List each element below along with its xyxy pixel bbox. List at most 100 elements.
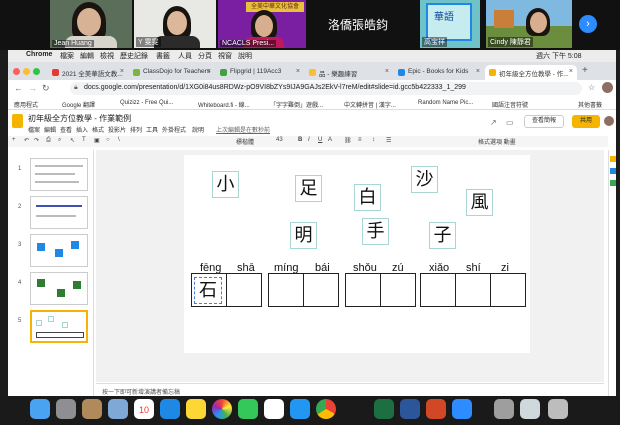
align-icon[interactable]: ≡ bbox=[358, 137, 362, 143]
menubar-clock[interactable]: 週六 下午 5:08 bbox=[536, 51, 582, 61]
slides-logo-icon[interactable] bbox=[12, 114, 23, 128]
answer-box[interactable] bbox=[455, 273, 491, 307]
character-card[interactable]: 風 bbox=[466, 189, 493, 216]
video-tile-3[interactable]: 全美中華文化協會 NCACLS Presi... bbox=[218, 0, 306, 48]
reload-icon[interactable]: ↻ bbox=[42, 83, 50, 94]
zoom-window-button[interactable] bbox=[33, 68, 40, 75]
image-icon[interactable]: ▣ bbox=[94, 137, 100, 144]
photos-icon[interactable] bbox=[212, 399, 232, 419]
tasks-icon[interactable] bbox=[610, 168, 616, 174]
slide-thumbnail-5-selected[interactable] bbox=[30, 310, 88, 343]
bookmark-pinyin-converter[interactable]: 中文轉拼音 | 漢字... bbox=[344, 100, 396, 109]
browser-tab-1[interactable]: 2021 全美華語文教... × bbox=[48, 65, 128, 80]
stickies-icon[interactable] bbox=[186, 399, 206, 419]
bookmark-quizizz[interactable]: Quizizz - Free Qui... bbox=[120, 100, 173, 106]
bookmark-google-translate[interactable]: Google 翻譯 bbox=[62, 100, 95, 109]
character-card[interactable]: 手 bbox=[362, 218, 389, 245]
menu-window[interactable]: 視窗 bbox=[218, 51, 232, 61]
add-slide-icon[interactable]: + bbox=[12, 137, 16, 143]
video-tile-2[interactable]: Y 雯雯 bbox=[134, 0, 216, 48]
menu-history[interactable]: 歷史記錄 bbox=[120, 51, 148, 61]
format-options-button[interactable]: 格式選項 動畫 bbox=[478, 137, 516, 146]
menu-format[interactable]: 格式 bbox=[92, 125, 104, 134]
zoom-icon[interactable]: ⌕ bbox=[58, 137, 61, 144]
bookmark-word-game[interactable]: 「字字難倒」遊戲... bbox=[270, 100, 323, 109]
answer-box[interactable] bbox=[226, 273, 262, 307]
trend-icon[interactable]: ↗ bbox=[490, 118, 497, 127]
preview-icon[interactable] bbox=[108, 399, 128, 419]
app-store-icon[interactable] bbox=[290, 399, 310, 419]
notes-icon[interactable] bbox=[82, 399, 102, 419]
answer-box[interactable] bbox=[380, 273, 416, 307]
video-tile-5[interactable]: Cindy 陳靜君 bbox=[486, 0, 572, 48]
slide-thumbnail-4[interactable] bbox=[30, 272, 88, 305]
text-color-icon[interactable]: A bbox=[328, 137, 332, 143]
share-button[interactable]: 共用 bbox=[572, 115, 600, 128]
cursor-icon[interactable]: ↖ bbox=[70, 137, 75, 144]
menu-edit[interactable]: 編輯 bbox=[80, 51, 94, 61]
chevron-right-icon[interactable]: › bbox=[579, 15, 597, 33]
menu-file[interactable]: 檔案 bbox=[28, 125, 40, 134]
bookmark-zhuyin[interactable]: 國語注音符號 bbox=[492, 100, 528, 109]
bookmark-whiteboard[interactable]: Whiteboard.fi - 線... bbox=[198, 100, 250, 109]
answer-box[interactable] bbox=[268, 273, 304, 307]
video-tile-1[interactable]: Jean Huang bbox=[50, 0, 132, 48]
safari-icon[interactable] bbox=[160, 399, 180, 419]
new-tab-button[interactable]: + bbox=[582, 65, 588, 76]
menu-insert[interactable]: 插入 bbox=[76, 125, 88, 134]
answer-box[interactable]: 石 bbox=[191, 273, 227, 307]
character-card[interactable]: 沙 bbox=[411, 166, 438, 193]
calendar-icon[interactable]: 10 bbox=[134, 399, 154, 419]
answer-box[interactable] bbox=[345, 273, 381, 307]
screenshot-icon[interactable] bbox=[494, 399, 514, 419]
italic-icon[interactable]: I bbox=[308, 137, 310, 143]
textbox-icon[interactable]: T bbox=[82, 137, 86, 143]
slide-thumbnail-3[interactable] bbox=[30, 234, 88, 267]
menu-edit[interactable]: 編輯 bbox=[44, 125, 56, 134]
close-icon[interactable]: × bbox=[385, 68, 389, 75]
bookmark-apps[interactable]: 應用程式 bbox=[14, 100, 38, 109]
menu-people[interactable]: 人員 bbox=[178, 51, 192, 61]
forward-icon[interactable]: → bbox=[28, 83, 37, 93]
back-icon[interactable]: ← bbox=[14, 83, 23, 93]
slide-thumbnail-2[interactable] bbox=[30, 196, 88, 229]
shape-icon[interactable]: ○ bbox=[106, 137, 110, 143]
minimize-window-button[interactable] bbox=[23, 68, 30, 75]
document-title[interactable]: 初年級全方位教學 - 作業範例 bbox=[28, 113, 131, 124]
music-icon[interactable] bbox=[264, 399, 284, 419]
browser-tab-3[interactable]: Flipgrid | 119Acc3 × bbox=[216, 65, 304, 80]
browser-tab-4[interactable]: 品 - 樂趣練習 × bbox=[305, 65, 393, 80]
video-tile-4[interactable]: 華語 高宝祥 bbox=[420, 0, 480, 48]
character-card[interactable]: 白 bbox=[354, 184, 381, 211]
answer-box[interactable] bbox=[490, 273, 526, 307]
close-icon[interactable]: × bbox=[120, 68, 124, 75]
browser-tab-5[interactable]: Epic - Books for Kids × bbox=[394, 65, 484, 80]
close-icon[interactable]: × bbox=[569, 68, 573, 75]
menu-arrange[interactable]: 排列 bbox=[130, 125, 142, 134]
undo-icon[interactable]: ↶ bbox=[24, 137, 29, 144]
keep-icon[interactable] bbox=[610, 156, 616, 162]
close-icon[interactable]: × bbox=[207, 68, 211, 75]
menu-view[interactable]: 檢視 bbox=[100, 51, 114, 61]
menu-addons[interactable]: 外掛程式 bbox=[162, 125, 186, 134]
font-select[interactable]: 標楷體 bbox=[236, 137, 254, 146]
menu-chrome[interactable]: Chrome bbox=[26, 51, 52, 58]
menu-bookmarks[interactable]: 書籤 bbox=[156, 51, 170, 61]
menu-help[interactable]: 說明 bbox=[238, 51, 252, 61]
chrome-icon[interactable] bbox=[316, 399, 336, 419]
url-input[interactable]: 🔒︎ docs.google.com/presentation/d/1XG0i8… bbox=[70, 82, 582, 95]
browser-tab-6-active[interactable]: 初年級全方位教學 - 作... × bbox=[485, 65, 577, 80]
comment-icon[interactable]: ▭ bbox=[506, 118, 514, 127]
bookmark-other[interactable]: 其他書籤 bbox=[578, 100, 602, 109]
character-card[interactable]: 明 bbox=[290, 222, 317, 249]
list-icon[interactable]: ☰ bbox=[386, 137, 391, 144]
powerpoint-icon[interactable] bbox=[426, 399, 446, 419]
calendar-side-icon[interactable] bbox=[610, 180, 616, 186]
character-card[interactable]: 足 bbox=[295, 175, 322, 202]
character-card[interactable]: 小 bbox=[212, 171, 239, 198]
menu-slide[interactable]: 投影片 bbox=[108, 125, 126, 134]
font-size-input[interactable]: 43 bbox=[276, 137, 283, 143]
star-icon[interactable]: ☆ bbox=[588, 83, 595, 92]
underline-icon[interactable]: U bbox=[318, 137, 322, 143]
answer-box[interactable] bbox=[303, 273, 339, 307]
